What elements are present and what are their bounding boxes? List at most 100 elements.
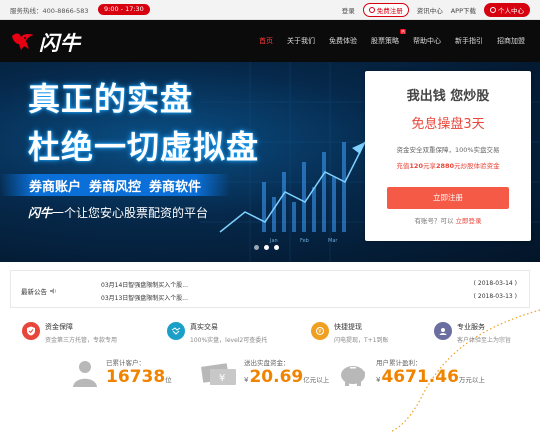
banner-slogan: 闪牛一个让您安心股票配资的平台 — [28, 204, 208, 221]
announcement-label-text: 最新公告 — [21, 288, 47, 296]
money-icon: ¥ — [311, 322, 329, 340]
have-account-text: 有账号？可以 — [414, 217, 454, 225]
currency-symbol: ¥ — [376, 376, 381, 384]
free-register-button[interactable]: 免费注册 — [362, 3, 409, 17]
register-now-button[interactable]: 立即注册 — [387, 187, 509, 209]
offer-pre: 充值 — [396, 162, 410, 170]
svg-text:Feb: Feb — [300, 238, 309, 244]
nav-item-free-trial[interactable]: 免费体验 — [322, 36, 364, 46]
stat-value: ¥4671.46万元以上 — [376, 367, 485, 390]
free-register-label: 免费注册 — [376, 7, 403, 15]
offer-mid: 元享 — [422, 162, 436, 170]
banner-headline-1: 真正的实盘 — [28, 80, 194, 118]
announcement-item[interactable]: 03月13日智强盘限制买入个股... — [101, 293, 188, 302]
carousel-dot-active[interactable] — [264, 245, 269, 250]
announcement-item[interactable]: 03月14日智强盘限制买入个股... — [101, 280, 188, 289]
hot-badge: 热 — [400, 29, 406, 34]
offer-post: 元炒股体验资金 — [454, 162, 500, 170]
feature-fast-withdraw: ¥ 快捷提现 闪电提现，T+1到账 — [311, 320, 389, 344]
stat-number: 16738 — [106, 367, 166, 387]
banner-tag: 券商软件 — [149, 179, 202, 195]
feature-list: 资金保障 资金第三方托管，专款专用 真实交易 100%实盘，level2可查委托… — [22, 320, 522, 350]
feature-desc: 100%实盘，level2可查委托 — [190, 337, 268, 344]
site-logo[interactable]: 闪牛 — [10, 26, 81, 56]
personal-center-label: 个人中心 — [498, 7, 524, 15]
personal-center-button[interactable]: 个人中心 — [484, 3, 530, 17]
stat-label: 送出实盘资金： — [244, 359, 290, 367]
cash-icon: ¥ — [201, 363, 236, 385]
hotline-label: 服务热线： — [10, 7, 43, 15]
stat-user-profit: 用户累计盈利： ¥4671.46万元以上 — [376, 357, 485, 390]
stat-label: 用户累计盈利： — [376, 359, 422, 367]
nav-item-franchise[interactable]: 招商加盟 — [490, 36, 532, 46]
nav-item-strategy[interactable]: 股票策略热 — [364, 29, 406, 46]
nav-item-home[interactable]: 首页 — [252, 36, 280, 46]
offer-amount-2: 2880 — [435, 162, 455, 170]
stat-number: 20.69 — [249, 367, 304, 387]
feature-pro-service: 专业服务 客户体验至上为宗旨 — [434, 320, 511, 344]
slogan-text: 一个让您安心股票配资的平台 — [52, 206, 209, 220]
login-now-link[interactable]: 立即登录 — [456, 217, 482, 225]
speaker-icon — [50, 288, 57, 294]
currency-symbol: ¥ — [244, 376, 249, 384]
banner-tag: 券商账户 — [28, 179, 81, 195]
handshake-icon — [167, 322, 185, 340]
app-download-link[interactable]: APP下载 — [451, 5, 476, 15]
stat-value: 16738位 — [106, 367, 172, 390]
nav-item-help[interactable]: 帮助中心 — [406, 36, 448, 46]
svg-text:¥: ¥ — [219, 373, 225, 384]
service-hours-badge: 9:00 - 17:30 — [98, 4, 150, 15]
feature-desc: 资金第三方托管，专款专用 — [45, 337, 118, 344]
stat-unit: 位 — [165, 376, 172, 384]
nav-item-guide[interactable]: 新手指引 — [448, 36, 490, 46]
announcement-date: ( 2018-03-14 ) — [473, 280, 517, 287]
stat-number: 4671.46 — [381, 367, 459, 387]
carousel-dot[interactable] — [254, 245, 259, 250]
logo-text: 闪牛 — [39, 30, 81, 55]
feature-title: 资金保障 — [45, 323, 73, 331]
feature-title: 真实交易 — [190, 323, 218, 331]
announcement-date: ( 2018-03-13 ) — [473, 293, 517, 300]
user-icon — [368, 7, 375, 13]
service-hotline: 服务热线：400-8866-583 — [10, 5, 89, 15]
hotline-number: 400-8866-583 — [42, 7, 89, 15]
promo-safety-text: 资金安全双重保障，100%实盘交易 — [396, 146, 500, 154]
promo-offer-text: 充值120元享2880元炒股体验资金 — [365, 160, 531, 170]
stat-customers: 已累计客户： 16738位 — [106, 357, 172, 390]
stats-section: 已累计客户： 16738位 ¥ 送出实盘资金： ¥20.69亿元以上 用户累计盈… — [0, 355, 540, 432]
bull-logo-icon — [12, 33, 34, 50]
top-bar: 服务热线：400-8866-583 9:00 - 17:30 登录 免费注册 资… — [0, 0, 540, 20]
feature-real-trade: 真实交易 100%实盘，level2可查委托 — [167, 320, 267, 344]
promo-subtitle: 免息操盘3天 — [411, 117, 485, 132]
promo-card: 我出钱 您炒股 免息操盘3天 资金安全双重保障，100%实盘交易 充值120元享… — [365, 71, 531, 241]
carousel-dots — [254, 245, 279, 250]
banner-tag: 券商风控 — [88, 179, 141, 195]
stat-unit: 亿元以上 — [303, 376, 330, 384]
stat-label: 已累计客户： — [106, 359, 145, 367]
top-links: 登录 免费注册 资讯中心 APP下载 个人中心 — [342, 3, 530, 17]
announcement-label: 最新公告 — [21, 286, 57, 296]
person-icon — [490, 7, 496, 13]
announcement-panel: 最新公告 03月14日智强盘限制买入个股... ( 2018-03-14 ) 0… — [10, 270, 530, 308]
promo-title: 我出钱 您炒股 — [406, 89, 490, 104]
shield-icon — [22, 322, 40, 340]
svg-text:Mar: Mar — [328, 238, 338, 244]
login-link[interactable]: 登录 — [342, 5, 355, 15]
news-center-link[interactable]: 资讯中心 — [417, 5, 443, 15]
offer-amount-1: 120 — [409, 162, 423, 170]
main-nav: 闪牛 首页 关于我们 免费体验 股票策略热 帮助中心 新手指引 招商加盟 — [0, 20, 540, 62]
feature-desc: 客户体验至上为宗旨 — [457, 337, 512, 344]
carousel-dot[interactable] — [274, 245, 279, 250]
piggy-bank-icon — [341, 366, 365, 386]
nav-item-about[interactable]: 关于我们 — [280, 36, 322, 46]
feature-desc: 闪电提现，T+1到账 — [334, 337, 389, 344]
stat-funds-given: 送出实盘资金： ¥20.69亿元以上 — [244, 357, 329, 390]
banner-tags: 券商账户 券商风控 券商软件 — [0, 174, 230, 196]
customers-icon — [73, 361, 97, 387]
banner-headline-2: 杜绝一切虚拟盘 — [28, 128, 260, 166]
stat-value: ¥20.69亿元以上 — [244, 367, 329, 390]
svg-text:Jan: Jan — [269, 238, 278, 244]
feature-title: 专业服务 — [457, 323, 485, 331]
svg-text:¥: ¥ — [318, 329, 321, 335]
support-icon — [434, 322, 452, 340]
